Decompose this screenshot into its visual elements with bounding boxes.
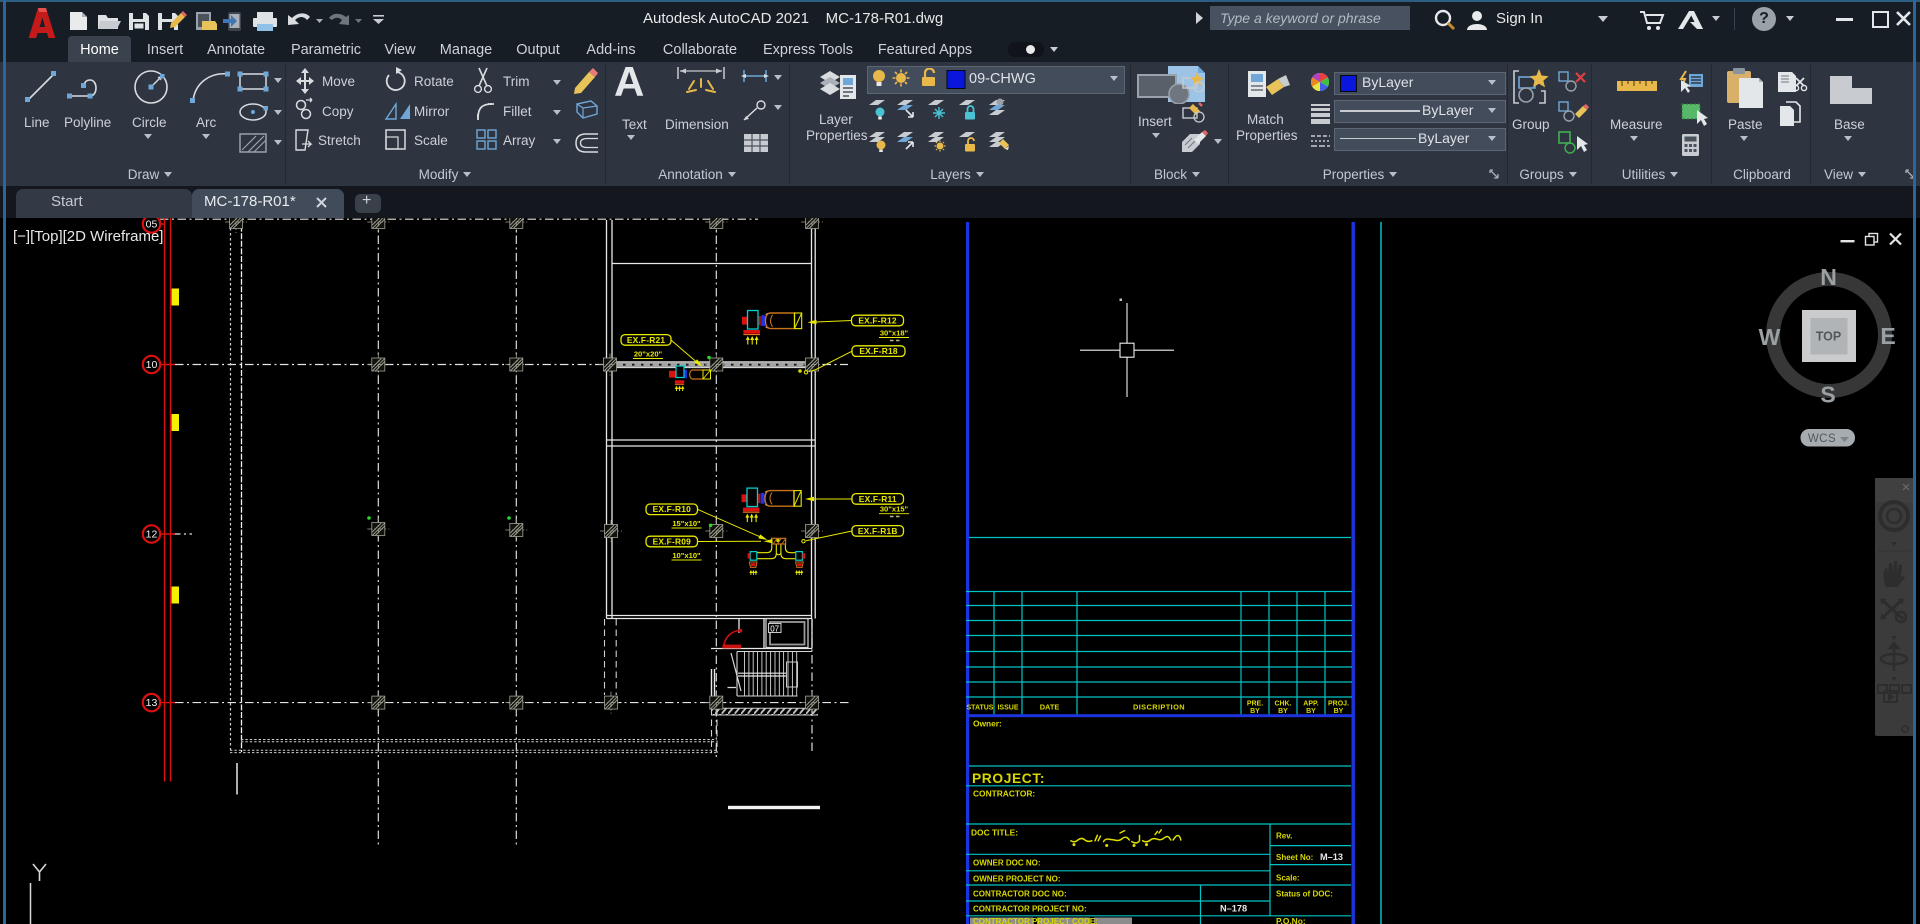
svg-text:BY: BY (1306, 708, 1316, 715)
svg-text:CONTRACTOR DOC NO:: CONTRACTOR DOC NO: (973, 889, 1067, 898)
svg-text:BY: BY (1250, 708, 1260, 715)
svg-text:M–13: M–13 (1320, 852, 1343, 862)
svg-text:EX.F-R10: EX.F-R10 (653, 504, 692, 514)
svg-text:OWNER PROJECT NO:: OWNER PROJECT NO: (973, 874, 1061, 883)
svg-text:BY: BY (1278, 708, 1288, 715)
svg-text:EX.F-R12: EX.F-R12 (858, 315, 897, 325)
svg-text:E: E (1880, 323, 1895, 349)
svg-text:EX.F-R21: EX.F-R21 (627, 335, 666, 345)
svg-text:DATE: DATE (1040, 703, 1060, 712)
svg-text:EX.F-R11: EX.F-R11 (859, 494, 897, 504)
svg-text:Scale:: Scale: (1276, 874, 1300, 883)
svg-text:EX.F-R1B: EX.F-R1B (858, 526, 898, 536)
svg-text:30"x18": 30"x18" (880, 328, 909, 337)
svg-text:PRE.: PRE. (1247, 701, 1263, 708)
svg-text:07: 07 (770, 625, 779, 634)
svg-text:Owner:: Owner: (973, 719, 1002, 729)
svg-text:DISCRIPTION: DISCRIPTION (1133, 703, 1185, 712)
svg-text:BY: BY (1334, 708, 1344, 715)
svg-text:PROJECT:: PROJECT: (972, 771, 1045, 786)
svg-text:CONTRACTOR PROJECT CODE:: CONTRACTOR PROJECT CODE: (973, 917, 1098, 924)
svg-text:N: N (1820, 264, 1837, 290)
svg-text:CONTRACTOR:: CONTRACTOR: (973, 789, 1035, 799)
svg-text:STATUS: STATUS (967, 705, 994, 712)
svg-text:APP.: APP. (1303, 701, 1318, 708)
svg-text:OWNER DOC NO:: OWNER DOC NO: (973, 859, 1041, 868)
svg-text:30"x15": 30"x15" (880, 505, 909, 514)
svg-text:12: 12 (146, 529, 158, 541)
svg-text:10"x10": 10"x10" (672, 551, 701, 560)
svg-text:Status of DOC:: Status of DOC: (1276, 889, 1333, 898)
svg-text:N–178: N–178 (1220, 903, 1247, 913)
svg-text:EX.F-R09: EX.F-R09 (653, 536, 692, 546)
svg-text:DOC TITLE:: DOC TITLE: (971, 828, 1018, 838)
svg-text:13: 13 (146, 697, 158, 709)
svg-text:Sheet No:: Sheet No: (1276, 853, 1313, 862)
svg-text:ISSUE: ISSUE (997, 705, 1018, 712)
svg-text:W: W (1759, 324, 1781, 350)
svg-text:CHK.: CHK. (1274, 701, 1291, 708)
svg-text:TOP: TOP (1816, 330, 1841, 344)
svg-text:10: 10 (146, 359, 158, 371)
svg-text:20"x20": 20"x20" (634, 349, 663, 358)
svg-text:Rev.: Rev. (1276, 832, 1292, 841)
svg-text:CONTRACTOR PROJECT NO:: CONTRACTOR PROJECT NO: (973, 904, 1087, 913)
svg-text:PROJ.: PROJ. (1328, 701, 1349, 708)
svg-text:WCS: WCS (1808, 433, 1836, 445)
svg-text:P.O.No:: P.O.No: (1276, 916, 1306, 924)
svg-text:S: S (1820, 382, 1835, 408)
svg-text:EX.F-R18: EX.F-R18 (859, 346, 898, 356)
svg-text:15"x10": 15"x10" (672, 519, 701, 528)
